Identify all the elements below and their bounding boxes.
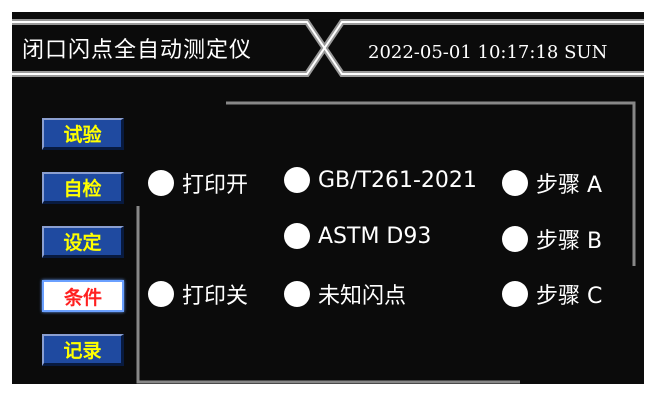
standard-astm-option[interactable]: ASTM D93 (284, 223, 431, 249)
radio-dot (284, 167, 310, 193)
print-on-option[interactable]: 打印开 (148, 167, 248, 199)
radio-dot (502, 170, 528, 196)
step-a-label: 步骤 A (536, 173, 603, 198)
step-b-option[interactable]: 步骤 B (502, 223, 602, 255)
standard-gb-label: GB/T261-2021 (318, 167, 477, 193)
print-off-option[interactable]: 打印关 (148, 278, 248, 310)
radio-dot (148, 170, 174, 196)
standard-astm-label: ASTM D93 (318, 223, 432, 249)
unknown-flash-option[interactable]: 未知闪点 (284, 278, 406, 310)
radio-dot (502, 281, 528, 307)
radio-dot (502, 226, 528, 252)
radio-dot (148, 281, 174, 307)
nav-button-test[interactable]: 试验 (42, 118, 124, 150)
step-c-option[interactable]: 步骤 C (502, 278, 602, 310)
radio-dot (284, 281, 310, 307)
print-on-label: 打印开 (182, 173, 249, 198)
step-a-option[interactable]: 步骤 A (502, 167, 602, 199)
nav-button-settings[interactable]: 设定 (42, 226, 124, 258)
radio-dot (284, 223, 310, 249)
hmi-screen: 闭口闪点全自动测定仪 2022-05-01 10:17:18 SUN 试验 自检… (12, 12, 644, 384)
unknown-flash-label: 未知闪点 (318, 284, 407, 309)
nav-button-selfcheck[interactable]: 自检 (42, 172, 124, 204)
standard-gb-option[interactable]: GB/T261-2021 (284, 167, 477, 193)
step-c-label: 步骤 C (536, 284, 603, 309)
step-b-label: 步骤 B (536, 229, 603, 254)
nav-button-conditions[interactable]: 条件 (42, 280, 124, 312)
nav-button-records[interactable]: 记录 (42, 334, 124, 366)
print-off-label: 打印关 (182, 284, 249, 309)
